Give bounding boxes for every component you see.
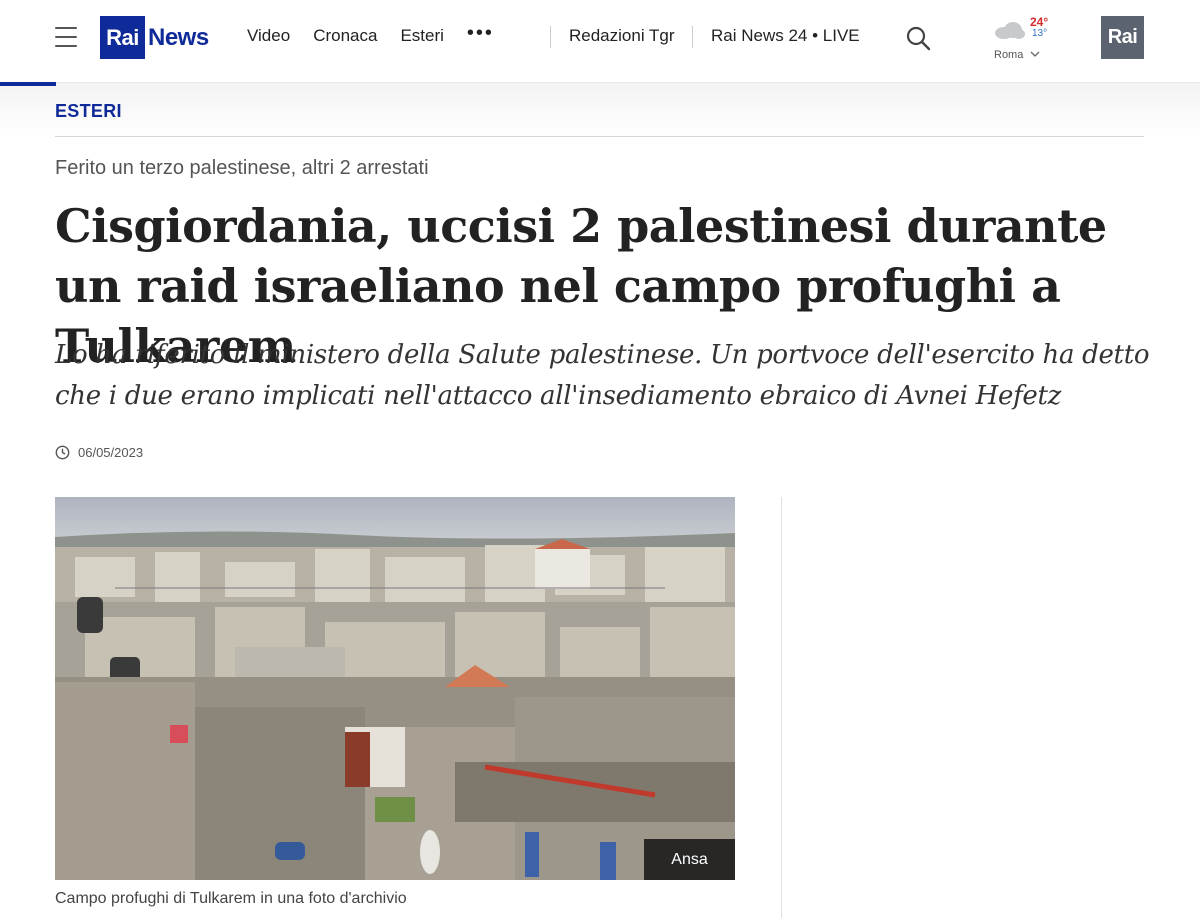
nav-esteri[interactable]: Esteri [400,26,443,46]
rainews24-live-link[interactable]: Rai News 24 • LIVE [711,26,860,46]
article-date: 06/05/2023 [55,445,143,460]
logo-rai: Rai [100,16,145,59]
section-divider [55,136,1144,137]
rainews-logo[interactable]: Rai News [100,16,212,59]
nav-divider [692,26,693,48]
reading-progress-bar [0,82,56,86]
logo-news: News [148,23,209,51]
weather-city: Roma [994,49,1024,61]
subheader-background [0,83,1200,137]
min-temperature: 13° [1032,28,1048,39]
weather-widget[interactable]: 24° 13° Roma [990,12,1050,68]
article-summary: Lo ha riferito il ministero della Salute… [55,340,1150,411]
more-menu-icon[interactable]: ••• [467,22,494,45]
cloud-icon [995,22,1025,39]
article-photo[interactable]: Ansa [55,497,735,880]
main-nav: Video Cronaca Esteri ••• [247,22,494,46]
nav-cronaca[interactable]: Cronaca [313,26,377,46]
rai-logo[interactable]: Rai [1101,16,1144,59]
photo-credit: Ansa [644,839,735,880]
nav-divider [550,26,551,48]
search-icon[interactable] [905,25,931,51]
photo-caption: Campo profughi di Tulkarem in una foto d… [55,890,407,907]
nav-video[interactable]: Video [247,26,290,46]
sidebar-divider [781,497,782,918]
chevron-down-icon [1030,51,1040,57]
max-temperature: 24° [1030,15,1049,29]
date-text: 06/05/2023 [78,445,144,460]
top-header: Rai News Video Cronaca Esteri ••• Redazi… [0,0,1200,83]
clock-icon [55,445,70,460]
redazioni-tgr-link[interactable]: Redazioni Tgr [569,26,675,46]
section-label[interactable]: ESTERI [55,101,122,122]
menu-icon[interactable] [55,27,77,47]
refugee-camp-photo [55,497,735,880]
article-kicker: Ferito un terzo palestinese, altri 2 arr… [55,157,429,179]
